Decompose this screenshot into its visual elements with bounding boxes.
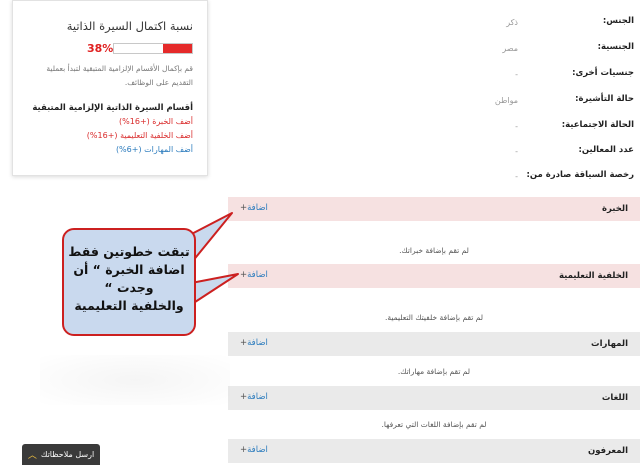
callout-line: تبقت خطوتين فقط (68, 244, 190, 259)
callout-line: اضافة الخبرة “ أن (73, 262, 185, 277)
callout-line: والخلفية التعليمية (74, 298, 184, 313)
annotation-callout: تبقت خطوتين فقط اضافة الخبرة “ أن وجدت “… (62, 228, 196, 336)
callout-line: وجدت “ (104, 280, 154, 295)
